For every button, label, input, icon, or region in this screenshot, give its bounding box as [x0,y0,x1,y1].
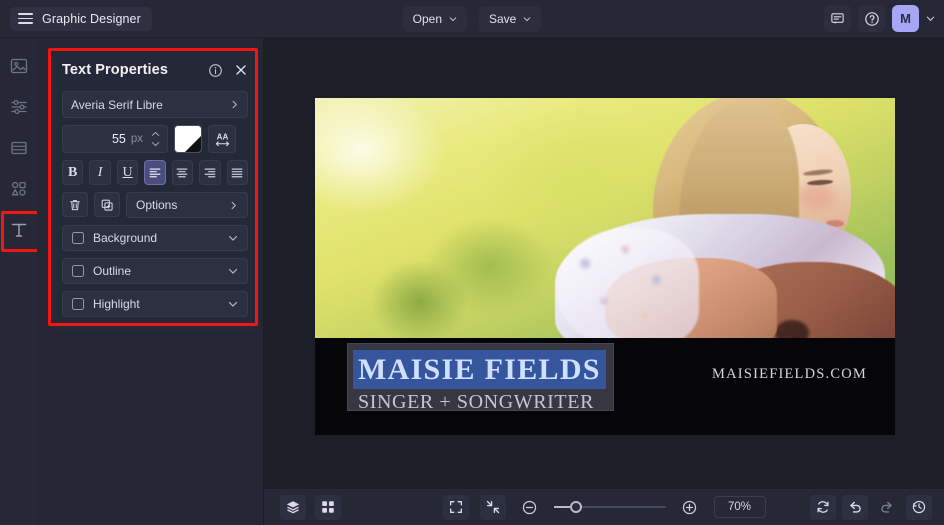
zoom-slider-fill [553,506,570,508]
open-label: Open [412,11,442,26]
align-justify-button[interactable] [226,160,248,185]
fit-content-button[interactable] [479,494,506,520]
zoom-out-button[interactable] [517,495,543,520]
shapes-icon [11,181,26,196]
minus-circle-icon [522,500,537,514]
layout-rows-icon [10,141,27,155]
collapse-arrows-icon [486,500,499,514]
panel-title: Text Properties [62,62,168,78]
options-button[interactable]: Options [126,192,248,218]
chevron-down-icon [449,16,457,21]
sidebar-item-image-tool[interactable] [7,54,31,78]
trash-icon [70,199,80,210]
font-size-stepper[interactable] [151,131,160,147]
actions-row: Options [62,192,248,218]
artwork-cheek [797,184,835,210]
chevron-down-icon[interactable] [228,299,238,309]
sidebar-item-shapes-tool[interactable] [7,177,31,201]
align-left-icon [149,168,161,177]
svg-text:AA: AA [216,132,228,141]
image-icon [10,58,27,74]
chevron-right-icon [231,201,237,209]
artboard[interactable]: MAISIE FIELDS SINGER + SONGWRITER MAISIE… [315,98,895,435]
outline-label: Outline [93,264,132,278]
text-element-selection[interactable]: MAISIE FIELDS SINGER + SONGWRITER [347,343,614,414]
zoom-slider-handle[interactable] [569,501,582,513]
zoom-controls: 70% [264,494,944,520]
bottom-toolbar: 70% [264,488,944,525]
panel-header: Text Properties [62,62,248,78]
chevron-up-icon[interactable] [151,131,160,137]
highlight-label: Highlight [93,297,140,311]
app-root: Graphic Designer Open Save M Text Proper… [0,0,944,525]
zoom-in-button[interactable] [677,495,703,520]
font-size-value: 55 [111,132,126,146]
artwork-image[interactable] [315,98,895,338]
font-size-input[interactable]: 55 px [62,125,168,153]
fit-screen-button[interactable] [442,494,469,520]
text-t-icon [11,223,26,237]
outline-checkbox[interactable] [72,265,84,277]
align-center-icon [176,168,188,177]
text-color-swatch[interactable] [174,125,202,153]
background-toggle-row[interactable]: Background [62,225,248,251]
properties-panel-column: Text Properties Averia Serif Libre 55 px… [37,38,264,525]
align-right-button[interactable] [199,160,221,185]
outline-toggle-row[interactable]: Outline [62,258,248,284]
options-label: Options [136,198,178,212]
align-right-icon [204,168,216,177]
headline-text[interactable]: MAISIE FIELDS [353,350,606,389]
left-toolbar [0,38,42,525]
close-x-icon[interactable] [234,63,248,77]
save-button[interactable]: Save [479,5,542,32]
font-size-row: 55 px AA [62,125,248,153]
open-button[interactable]: Open [402,5,467,32]
sidebar-item-adjustments-tool[interactable] [7,95,31,119]
chevron-down-icon[interactable] [228,266,238,276]
underline-button[interactable]: U [116,160,139,185]
subhead-text[interactable]: SINGER + SONGWRITER [358,391,606,414]
align-left-button[interactable] [144,160,166,185]
duplicate-button[interactable] [94,192,120,217]
letter-spacing-aa-icon: AA [215,132,229,146]
top-center-actions: Open Save [0,5,944,32]
duplicate-icon [101,199,113,211]
delete-button[interactable] [62,192,88,217]
info-circle-icon[interactable] [208,63,223,78]
save-label: Save [489,11,517,26]
highlight-toggle-row[interactable]: Highlight [62,291,248,317]
font-family-value: Averia Serif Libre [71,97,163,112]
chevron-right-icon [232,100,238,109]
chevron-down-icon[interactable] [151,141,160,147]
text-format-row: B I U [62,160,248,185]
background-label: Background [93,231,158,245]
sidebar-item-layout-tool[interactable] [7,136,31,160]
plus-circle-icon [682,500,697,514]
chevron-down-icon[interactable] [228,233,238,243]
letter-spacing-button[interactable]: AA [208,125,236,153]
highlight-checkbox[interactable] [72,298,84,310]
expand-frame-icon [449,501,462,513]
top-bar: Graphic Designer Open Save M [0,0,944,38]
font-size-unit: px [130,133,143,145]
text-properties-panel: Text Properties Averia Serif Libre 55 px… [51,52,259,330]
italic-button[interactable]: I [89,160,111,185]
sidebar-item-text-tool[interactable] [0,211,42,252]
background-checkbox[interactable] [72,232,84,244]
canvas-stage[interactable]: MAISIE FIELDS SINGER + SONGWRITER MAISIE… [264,38,944,488]
sliders-icon [10,99,27,115]
website-text[interactable]: MAISIEFIELDS.COM [712,366,867,383]
font-family-select[interactable]: Averia Serif Libre [62,91,248,118]
bold-button[interactable]: B [62,160,84,185]
chevron-down-icon [524,16,531,21]
align-justify-icon [231,168,243,177]
artwork-sleeve [557,228,699,338]
align-center-button[interactable] [171,160,194,185]
zoom-level-input[interactable]: 70% [713,496,766,518]
zoom-slider[interactable] [553,499,666,515]
